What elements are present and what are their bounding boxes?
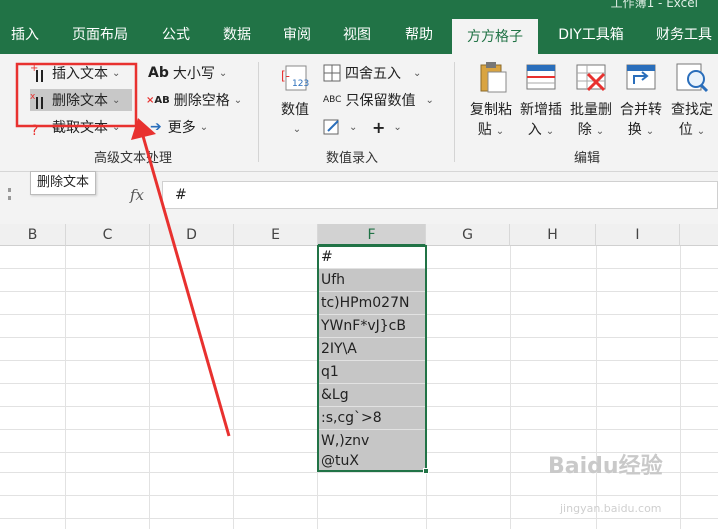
annotation-arrow xyxy=(141,135,231,437)
excel-window: 工作簿1 - Excel 插入 页面布局 公式 数据 审阅 视图 帮助 方方格子… xyxy=(0,0,718,529)
highlight-box xyxy=(15,62,138,128)
watermark-url: jingyan.baidu.com xyxy=(560,502,662,515)
baidu-watermark: Baidu经验 xyxy=(548,454,663,479)
